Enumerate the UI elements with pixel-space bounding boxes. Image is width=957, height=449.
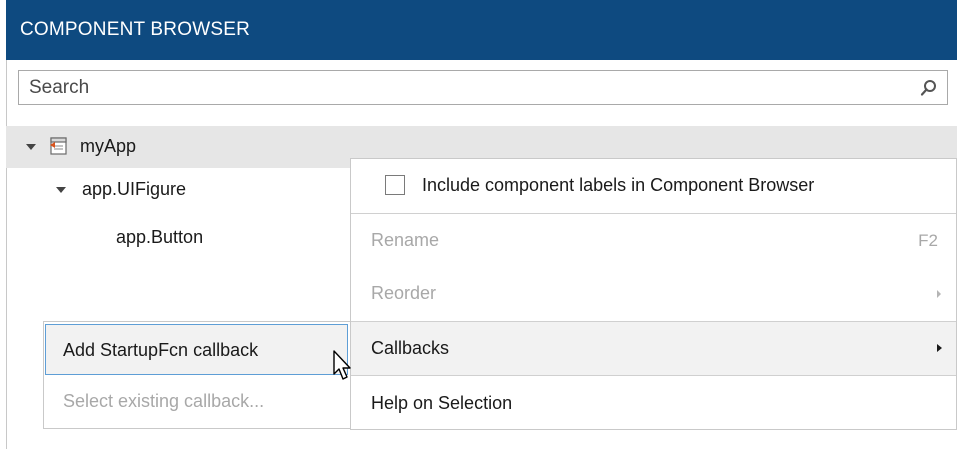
mouse-cursor-icon bbox=[333, 350, 351, 380]
rename-menu-item[interactable]: Rename F2 bbox=[351, 214, 956, 266]
menu-item-label: Select existing callback... bbox=[63, 391, 265, 411]
include-labels-menu-item[interactable]: Include component labels in Component Br… bbox=[351, 159, 956, 213]
context-menu: Include component labels in Component Br… bbox=[350, 158, 957, 430]
add-startupfcn-callback-item[interactable]: Add StartupFcn callback bbox=[45, 324, 348, 375]
help-on-selection-menu-item[interactable]: Help on Selection bbox=[351, 376, 956, 429]
search-input[interactable] bbox=[29, 75, 909, 101]
search-box[interactable] bbox=[18, 70, 948, 105]
menu-item-label: Reorder bbox=[371, 283, 437, 303]
search-icon[interactable] bbox=[920, 79, 938, 97]
expand-caret-icon[interactable] bbox=[26, 144, 36, 150]
submenu-arrow-icon bbox=[937, 344, 942, 352]
tree-node-label: app.Button bbox=[116, 227, 204, 247]
callbacks-submenu: Add StartupFcn callback Select existing … bbox=[43, 321, 351, 429]
expand-caret-icon[interactable] bbox=[56, 187, 66, 193]
tree-node-uifigure[interactable]: app.UIFigure bbox=[6, 172, 350, 208]
menu-item-label: Callbacks bbox=[371, 338, 450, 358]
tree-node-label: app.UIFigure bbox=[82, 179, 187, 199]
callbacks-menu-item[interactable]: Callbacks bbox=[351, 322, 956, 375]
menu-item-label: Help on Selection bbox=[371, 393, 513, 413]
shortcut-label: F2 bbox=[918, 231, 938, 250]
submenu-arrow-icon bbox=[937, 290, 941, 298]
menu-item-label: Rename bbox=[371, 230, 440, 250]
menu-item-label: Add StartupFcn callback bbox=[63, 340, 259, 360]
menu-item-label: Include component labels in Component Br… bbox=[422, 175, 815, 195]
tree-node-button[interactable]: app.Button bbox=[6, 222, 350, 258]
tree-node-label: myApp bbox=[80, 136, 137, 156]
reorder-menu-item[interactable]: Reorder bbox=[351, 267, 956, 321]
panel-title: COMPONENT BROWSER bbox=[6, 0, 957, 60]
select-existing-callback-item[interactable]: Select existing callback... bbox=[45, 377, 348, 427]
app-icon bbox=[50, 137, 67, 155]
include-labels-checkbox[interactable] bbox=[385, 175, 405, 195]
